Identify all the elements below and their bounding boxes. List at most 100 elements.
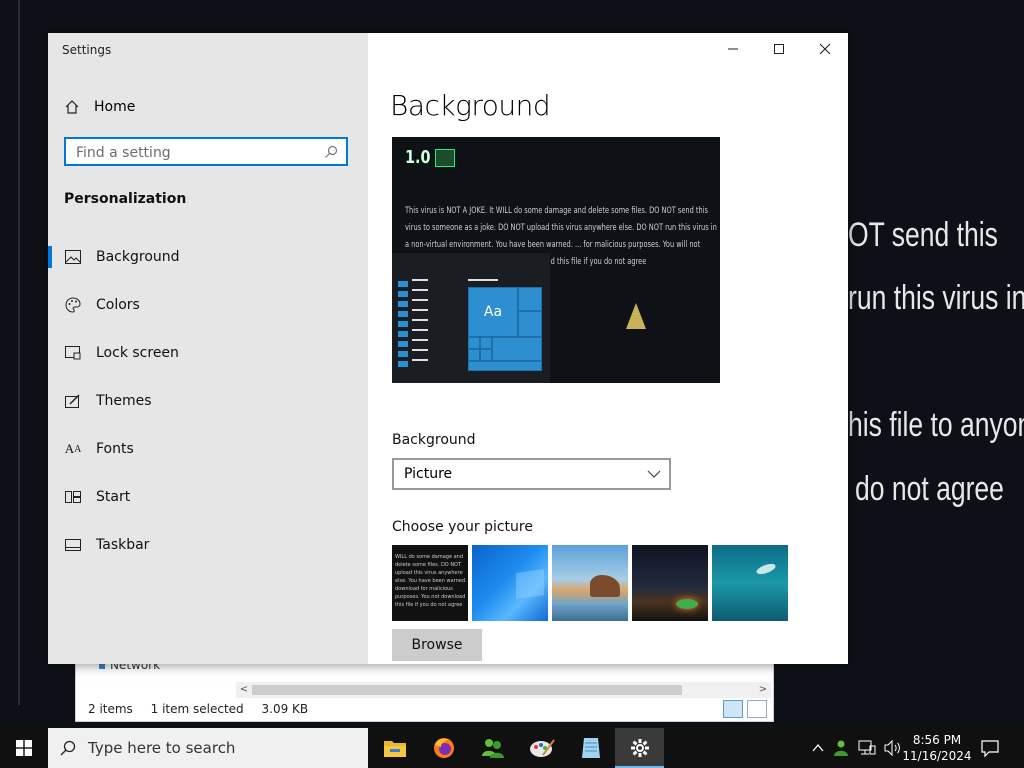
browse-button[interactable]: Browse xyxy=(392,629,482,661)
taskbar-paint[interactable] xyxy=(517,728,566,768)
dropdown-value: Picture xyxy=(404,466,453,482)
status-item-count: 2 items xyxy=(88,702,133,716)
preview-tile xyxy=(468,361,542,371)
settings-search[interactable] xyxy=(64,137,348,166)
wallpaper-text-4: do not agree xyxy=(855,470,1004,508)
action-center-button[interactable] xyxy=(980,738,1000,762)
preview-menu-column xyxy=(398,281,408,371)
preview-tile xyxy=(480,337,492,349)
scrollbar-thumb[interactable] xyxy=(252,685,682,695)
status-selected: 1 item selected xyxy=(150,702,244,716)
explorer-status-bar: 2 items 1 item selected 3.09 KB xyxy=(88,702,322,716)
settings-content: Background 1.0 This virus is NOT A JOKE.… xyxy=(390,33,848,664)
nav-item-fonts[interactable]: AA Fonts xyxy=(48,425,368,473)
picture-thumb-night[interactable] xyxy=(632,545,708,621)
settings-icon xyxy=(630,739,649,757)
picture-thumb-underwater[interactable] xyxy=(712,545,788,621)
choose-picture-label: Choose your picture xyxy=(392,519,533,535)
status-size: 3.09 KB xyxy=(261,702,309,716)
explorer-view-switcher xyxy=(723,700,767,718)
nav-item-taskbar[interactable]: Taskbar xyxy=(48,521,368,569)
preview-start-menu: Aa xyxy=(392,253,550,383)
nav-item-themes[interactable]: Themes xyxy=(48,377,368,425)
taskbar-search-placeholder: Type here to search xyxy=(88,739,236,757)
people-icon xyxy=(481,739,504,758)
preview-tile xyxy=(468,349,480,361)
preview-badge-icon xyxy=(435,149,455,167)
nav-home-label: Home xyxy=(94,99,136,115)
file-explorer-window: ▪ Network < > 2 items 1 item selected 3.… xyxy=(75,658,774,722)
chevron-down-icon xyxy=(647,470,661,478)
nav-item-label: Colors xyxy=(96,297,140,313)
wallpaper-text-2: run this virus in a xyxy=(848,279,1024,317)
windows-start-icon xyxy=(16,740,32,756)
nav-item-label: Background xyxy=(96,249,180,265)
network-tray-icon[interactable] xyxy=(858,740,876,756)
nav-home[interactable]: Home xyxy=(64,97,135,117)
notification-icon xyxy=(981,740,999,758)
firefox-icon xyxy=(433,738,454,758)
window-title: Settings xyxy=(62,43,112,57)
nav-item-colors[interactable]: Colors xyxy=(48,281,368,329)
taskbar-settings[interactable] xyxy=(615,728,664,768)
search-icon xyxy=(60,740,76,756)
taskbar-people[interactable] xyxy=(468,728,517,768)
picture-thumb-windows[interactable] xyxy=(472,545,548,621)
explorer-horizontal-scrollbar[interactable]: < > xyxy=(236,682,771,698)
volume-icon[interactable] xyxy=(884,740,902,756)
section-header: Personalization xyxy=(64,191,187,207)
wallpaper-text-3: his file to anyone xyxy=(848,406,1024,444)
taskbar-clock[interactable]: 8:56 PM 11/16/2024 xyxy=(902,732,972,764)
details-view-icon[interactable] xyxy=(723,700,743,718)
start-button[interactable] xyxy=(0,728,48,768)
nav-item-label: Themes xyxy=(96,393,152,409)
settings-window: Settings Home Personalization Background xyxy=(48,33,848,664)
taskbar-file-explorer[interactable] xyxy=(370,728,419,768)
nav-item-label: Fonts xyxy=(96,441,134,457)
preview-version: 1.0 xyxy=(405,147,431,168)
background-type-label: Background xyxy=(392,432,476,448)
preview-menu-lines xyxy=(412,279,428,369)
nav-item-label: Lock screen xyxy=(96,345,179,361)
file-explorer-icon xyxy=(383,741,406,757)
scroll-right-icon[interactable]: > xyxy=(755,682,771,698)
preview-tile-aa: Aa xyxy=(468,287,518,337)
lock-screen-icon xyxy=(64,344,82,362)
palette-icon xyxy=(64,296,82,314)
home-icon xyxy=(65,100,79,114)
large-icons-view-icon[interactable] xyxy=(747,700,767,718)
start-icon xyxy=(64,488,82,506)
clock-date: 11/16/2024 xyxy=(902,749,972,763)
taskbar-firefox[interactable] xyxy=(419,728,468,768)
picture-thumbnails: WILL do some damage and delete some file… xyxy=(392,545,788,621)
picture-thumb-1[interactable]: WILL do some damage and delete some file… xyxy=(392,545,468,621)
chevron-up-icon[interactable] xyxy=(812,743,824,753)
search-icon[interactable] xyxy=(324,145,338,159)
taskbar-notepad[interactable] xyxy=(566,728,615,768)
preview-tile xyxy=(518,287,542,311)
preview-tile xyxy=(468,337,480,349)
taskbar-icon xyxy=(64,536,82,554)
background-type-dropdown[interactable]: Picture xyxy=(392,458,671,490)
wallpaper-text-1: OT send this xyxy=(848,216,998,254)
notepad-icon xyxy=(581,738,600,758)
settings-search-input[interactable] xyxy=(66,139,318,166)
nav-item-lock-screen[interactable]: Lock screen xyxy=(48,329,368,377)
nav-item-background[interactable]: Background xyxy=(48,233,368,281)
desktop-divider xyxy=(18,0,20,705)
people-tray-icon[interactable] xyxy=(832,739,850,757)
picture-thumb-beach[interactable] xyxy=(552,545,628,621)
taskbar-apps xyxy=(370,728,664,768)
scroll-left-icon[interactable]: < xyxy=(236,682,252,698)
taskbar-search[interactable]: Type here to search xyxy=(48,728,368,768)
windows-logo-icon xyxy=(516,569,544,599)
picture-icon xyxy=(64,248,82,266)
system-tray xyxy=(812,728,902,768)
page-title: Background xyxy=(390,89,551,122)
paint-icon xyxy=(529,739,555,757)
taskbar: Type here to search 8:56 PM 11/16/2024 xyxy=(0,728,1024,768)
nav-item-start[interactable]: Start xyxy=(48,473,368,521)
background-preview: 1.0 This virus is NOT A JOKE. It WILL do… xyxy=(392,137,720,383)
nav-item-label: Taskbar xyxy=(96,537,150,553)
preview-tile xyxy=(492,337,542,361)
